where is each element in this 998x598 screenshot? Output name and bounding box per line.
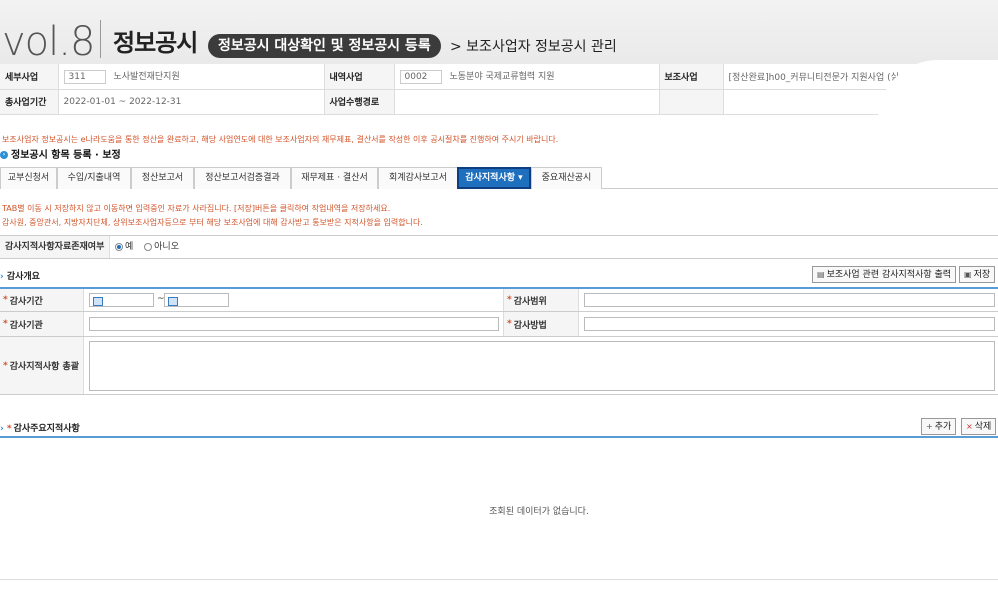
label-audit-scope: * 감사범위 — [503, 289, 579, 311]
audit-end-date-input[interactable] — [164, 293, 229, 307]
label-audit-method: * 감사방법 — [503, 312, 579, 336]
label-item-project: 내역사업 — [324, 64, 395, 90]
tab-notice: TAB별 이동 시 저장하지 않고 이동하면 입력중인 자료가 사라집니다. [… — [2, 202, 423, 230]
audit-agency-input[interactable] — [89, 317, 499, 331]
radio-no-label: 아니오 — [154, 242, 179, 252]
tab-financial-statements[interactable]: 재무제표 · 결산서 — [291, 167, 378, 189]
tab-settlement-report[interactable]: 정산보고서 — [131, 167, 194, 189]
detail-project-name: 노사발전재단지원 — [113, 71, 180, 82]
audit-data-exists-row: 감사지적사항자료존재여부 예 아니오 — [0, 235, 998, 259]
radio-yes[interactable] — [115, 242, 123, 251]
delete-button[interactable]: × 삭제 — [961, 418, 997, 435]
audit-overview-form: * 감사기간 ~ * 감사범위 * 감사기관 * 감사방법 * 감사지적사항 총괄 — [0, 287, 998, 395]
label-audit-agency: * 감사기관 — [0, 312, 84, 336]
header-banner: vol.8 정보공시 정보공시 대상확인 및 정보공시 등록 > 보조사업자 정… — [0, 0, 998, 70]
calendar-icon[interactable] — [93, 297, 103, 306]
section-title: › 정보공시 항목 등록 · 보정 — [0, 146, 121, 161]
detail-project-code: 311 — [63, 69, 106, 84]
tab-grant-application[interactable]: 교부신청서 — [0, 167, 57, 189]
empty-message: 조회된 데이터가 없습니다. — [489, 507, 589, 517]
item-project-code: 0002 — [399, 69, 442, 84]
tab-settlement-verification[interactable]: 정산보고서검증결과 — [194, 167, 291, 189]
save-button[interactable]: ▣ 저장 — [959, 266, 996, 283]
tab-accounting-audit-report[interactable]: 회계감사보고서 — [378, 167, 458, 189]
findings-grid: 조회된 데이터가 없습니다. — [0, 436, 998, 580]
close-icon: × — [966, 422, 973, 431]
form-row-period: * 감사기간 ~ * 감사범위 — [0, 289, 998, 312]
add-button[interactable]: + 추가 — [921, 418, 957, 435]
audit-scope-input[interactable] — [584, 293, 995, 307]
form-row-agency: * 감사기관 * 감사방법 — [0, 312, 998, 337]
plus-icon: + — [926, 422, 933, 431]
calendar-icon[interactable] — [168, 297, 178, 306]
label-audit-summary: * 감사지적사항 총괄 — [0, 337, 84, 394]
total-period-value: 2022-01-01 ~ 2022-12-31 — [58, 89, 325, 115]
audit-overview-title: › 감사개요 — [0, 272, 40, 282]
radio-no[interactable] — [144, 242, 153, 251]
chevron-right-icon: › — [0, 151, 8, 159]
radio-yes-label: 예 — [125, 242, 134, 252]
breadcrumb: > 보조사업자 정보공시 관리 — [450, 39, 617, 55]
brand-title: 정보공시 — [113, 29, 198, 57]
tab-important-property[interactable]: 중요재산공시 — [531, 167, 602, 189]
label-execution-path: 사업수행경로 — [324, 89, 395, 115]
item-project-name: 노동분야 국제교류협력 지원 — [449, 71, 555, 82]
tab-bar: 교부신청서 수입/지출내역 정산보고서 정산보고서검증결과 재무제표 · 결산서… — [0, 167, 998, 189]
tab-income-expense[interactable]: 수입/지출내역 — [57, 167, 131, 189]
project-info-table: 세부사업 311 노사발전재단지원 내역사업 0002 노동분야 국제교류협력 지원… — [0, 64, 998, 115]
page-category-pill: 정보공시 대상확인 및 정보공시 등록 — [208, 34, 441, 58]
audit-start-date-input[interactable] — [89, 293, 154, 307]
form-row-summary: * 감사지적사항 총괄 — [0, 337, 998, 395]
tab-notice-line2: 감사원, 중앙관서, 지방자치단체, 상위보조사업자등으로 부터 해당 보조사업… — [2, 218, 423, 227]
label-total-period: 총사업기간 — [0, 89, 59, 115]
tab-audit-findings[interactable]: 감사지적사항 ▾ — [457, 167, 531, 189]
audit-method-input[interactable] — [584, 317, 995, 331]
volume-label: vol.8 — [2, 19, 95, 65]
banner-divider — [100, 20, 101, 58]
print-audit-findings-button[interactable]: ▤ 보조사업 관련 감사지적사항 출력 — [812, 266, 957, 283]
label-audit-period: * 감사기간 — [0, 289, 84, 311]
save-icon: ▣ — [964, 270, 972, 279]
audit-data-exists-label: 감사지적사항자료존재여부 — [0, 236, 110, 258]
notice-text: 보조사업자 정보공시는 e나라도움을 통한 정산을 완료하고, 해당 사업연도에… — [2, 135, 559, 144]
print-icon: ▤ — [817, 270, 825, 279]
label-subsidy-project: 보조사업 — [659, 64, 724, 90]
main-findings-title: › * 감사주요지적사항 — [0, 424, 80, 434]
audit-summary-textarea[interactable] — [89, 341, 995, 391]
label-detail-project: 세부사업 — [0, 64, 59, 90]
tab-notice-line1: TAB별 이동 시 저장하지 않고 이동하면 입력중인 자료가 사라집니다. [… — [2, 204, 391, 213]
